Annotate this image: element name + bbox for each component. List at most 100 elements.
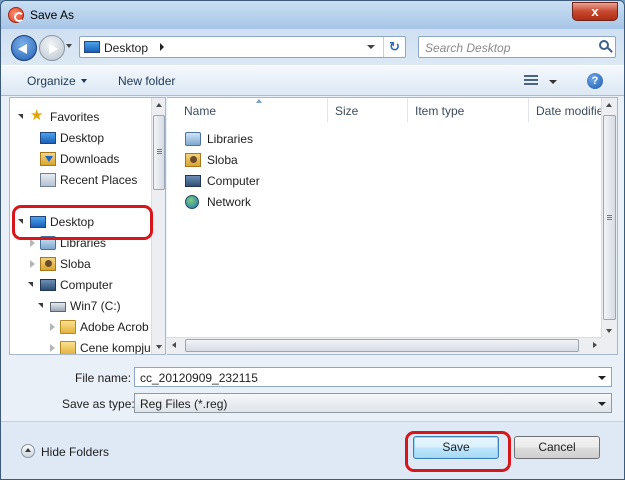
tree-item-label: Sloba — [60, 257, 91, 271]
computer-icon — [185, 175, 201, 187]
column-header-name[interactable]: Name — [177, 98, 328, 122]
tree-item-label: Downloads — [60, 152, 120, 166]
tree-item-label: Cene kompju — [80, 341, 151, 355]
scroll-down-arrow-icon[interactable] — [606, 329, 612, 333]
expand-arrow-icon[interactable] — [18, 219, 23, 224]
dialog-footer: Hide Folders Save Cancel — [1, 421, 624, 479]
expand-arrow-icon[interactable] — [28, 282, 33, 287]
address-bar[interactable]: Desktop ↻ — [79, 36, 406, 58]
address-text[interactable]: Desktop — [104, 41, 148, 55]
file-item-libraries[interactable]: Libraries — [185, 129, 385, 149]
folder-icon — [60, 341, 76, 354]
scrollbar-thumb[interactable] — [603, 115, 616, 320]
save-as-dialog: Save As x Desktop ↻ Search Desktop Organ… — [0, 0, 625, 480]
scroll-up-arrow-icon[interactable] — [156, 103, 162, 107]
organize-label: Organize — [27, 74, 76, 88]
file-item-label: Computer — [207, 174, 260, 188]
file-list-horizontal-scrollbar[interactable] — [167, 337, 602, 354]
tree-item-computer[interactable]: Computer — [10, 275, 151, 295]
desktop-icon — [30, 216, 46, 228]
user-folder-icon — [40, 257, 56, 271]
tree-item-downloads[interactable]: Downloads — [10, 149, 151, 169]
save-button[interactable]: Save — [413, 436, 499, 459]
command-toolbar: Organize New folder ? — [1, 65, 624, 96]
hide-folders-button[interactable]: Hide Folders — [41, 445, 109, 459]
grip-line — [157, 149, 162, 150]
grip-line — [157, 153, 162, 154]
title-bar: Save As x — [1, 1, 624, 29]
tree-item-label: Adobe Acrob — [80, 320, 149, 334]
column-header-size[interactable]: Size — [328, 98, 408, 122]
grip-line — [607, 215, 612, 216]
file-list-vertical-scrollbar[interactable] — [601, 98, 617, 338]
cancel-button[interactable]: Cancel — [514, 436, 600, 459]
hard-drive-icon — [50, 302, 66, 312]
navigation-bar: Desktop ↻ Search Desktop — [1, 29, 624, 65]
search-icon[interactable] — [599, 40, 609, 50]
tree-item-sloba[interactable]: Sloba — [10, 254, 151, 274]
downloads-icon — [40, 152, 56, 166]
scroll-right-arrow-icon[interactable] — [593, 342, 597, 348]
tree-item-adobe-acrobat[interactable]: Adobe Acrob — [10, 317, 151, 337]
tree-item-label: Desktop — [50, 215, 95, 229]
file-name-value[interactable]: cc_20120909_232115 — [140, 371, 258, 385]
change-view-icon[interactable] — [524, 75, 538, 87]
collapse-arrow-icon[interactable] — [50, 323, 55, 331]
save-as-type-label: Save as type: — [62, 397, 135, 411]
save-as-type-select[interactable]: Reg Files (*.reg) — [134, 393, 612, 413]
scroll-down-arrow-icon[interactable] — [156, 345, 162, 349]
view-options-dropdown-icon[interactable] — [549, 80, 557, 84]
tree-item-libraries[interactable]: Libraries — [10, 233, 151, 253]
help-icon[interactable]: ? — [587, 73, 603, 89]
recent-pages-dropdown-icon[interactable] — [66, 44, 72, 48]
column-header-item-type[interactable]: Item type — [408, 98, 529, 122]
file-item-sloba[interactable]: Sloba — [185, 150, 385, 170]
file-item-computer[interactable]: Computer — [185, 171, 385, 191]
scroll-up-arrow-icon[interactable] — [606, 103, 612, 107]
chevron-up-icon[interactable] — [21, 444, 35, 458]
scrollbar-thumb[interactable] — [185, 339, 579, 352]
tree-item-favorites[interactable]: ★ Favorites — [10, 107, 151, 127]
collapse-arrow-icon[interactable] — [30, 260, 35, 268]
scrollbar-thumb[interactable] — [153, 115, 165, 190]
new-folder-button[interactable]: New folder — [118, 74, 175, 88]
tree-item-desktop[interactable]: Desktop — [10, 212, 151, 232]
tree-item-recent-places[interactable]: Recent Places — [10, 170, 151, 190]
folder-icon — [60, 320, 76, 334]
tree-item-desktop-favorite[interactable]: Desktop — [10, 128, 151, 148]
navigation-pane-scrollbar[interactable] — [151, 98, 165, 354]
collapse-arrow-icon[interactable] — [30, 239, 35, 247]
tree-item-label: Desktop — [60, 131, 105, 145]
column-header-date-modified[interactable]: Date modifie — [529, 98, 602, 122]
organize-button[interactable]: Organize — [27, 74, 87, 88]
file-item-label: Sloba — [207, 153, 238, 167]
desktop-icon — [84, 41, 100, 53]
chevron-down-icon[interactable] — [598, 402, 606, 406]
grip-line — [607, 219, 612, 220]
tree-item-cene-kompjutera[interactable]: Cene kompju — [10, 338, 151, 355]
search-input[interactable]: Search Desktop — [418, 36, 616, 58]
file-name-dropdown-icon[interactable] — [598, 376, 606, 380]
grip-line — [607, 217, 612, 218]
expand-arrow-icon[interactable] — [38, 303, 43, 308]
computer-icon — [40, 279, 56, 291]
desktop-icon — [40, 132, 56, 144]
scrollbar-corner — [601, 337, 617, 354]
file-name-label: File name: — [75, 371, 132, 385]
window-title: Save As — [30, 8, 75, 22]
save-as-type-value: Reg Files (*.reg) — [140, 397, 228, 411]
refresh-button[interactable]: ↻ — [383, 37, 405, 57]
close-button[interactable]: x — [572, 2, 618, 21]
grip-line — [157, 151, 162, 152]
collapse-arrow-icon[interactable] — [50, 344, 55, 352]
breadcrumb-chevron-icon[interactable] — [160, 43, 164, 51]
forward-button[interactable] — [39, 35, 65, 61]
scroll-left-arrow-icon[interactable] — [172, 342, 176, 348]
address-dropdown-icon[interactable] — [367, 45, 375, 49]
back-button[interactable] — [11, 35, 37, 61]
expand-arrow-icon[interactable] — [18, 114, 23, 119]
tree-item-win7-drive[interactable]: Win7 (C:) — [10, 296, 151, 316]
file-name-input[interactable]: cc_20120909_232115 — [134, 367, 612, 387]
file-item-network[interactable]: Network — [185, 192, 385, 212]
column-header-label: Date modifie — [536, 104, 602, 118]
